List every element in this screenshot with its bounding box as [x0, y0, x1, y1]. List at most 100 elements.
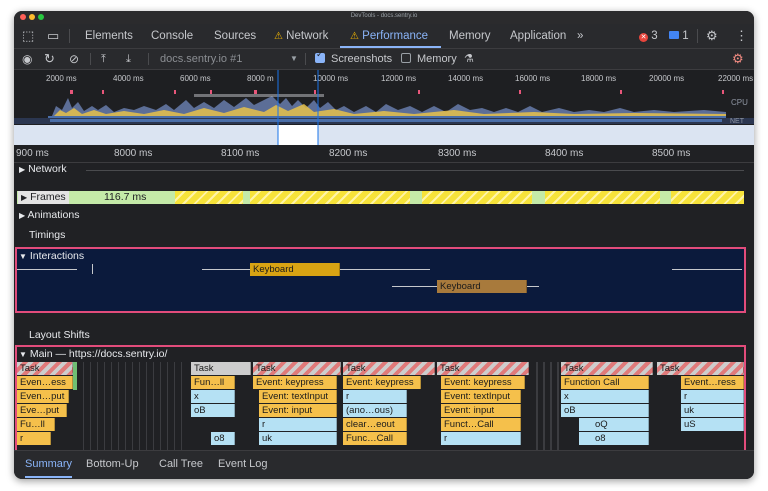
flame-entry[interactable]: Eve…put	[17, 404, 67, 417]
flame-entry[interactable]: Func…Call	[343, 432, 407, 445]
flame-task[interactable]: Task	[657, 362, 744, 375]
flame-entry[interactable]: oB	[561, 404, 649, 417]
messages-badge[interactable]: 1	[669, 24, 689, 48]
flame-entry[interactable]: x	[191, 390, 235, 403]
clear-icon[interactable]: ⊘	[69, 49, 79, 69]
divider	[148, 53, 149, 65]
main-track-header[interactable]: ▼ Main — https://docs.sentry.io/	[19, 348, 167, 360]
tracks-area[interactable]: ▶ Network ▶ Frames 116.7 ms ▶ Animations…	[14, 163, 754, 453]
interaction-whisker	[340, 269, 430, 270]
flame-task[interactable]: Task	[17, 362, 73, 375]
tab-network[interactable]: ⚠ Network	[274, 24, 328, 48]
more-options-icon[interactable]: ⋮	[735, 24, 748, 48]
upload-icon[interactable]: ⤒	[101, 49, 106, 69]
tab-memory[interactable]: Memory	[449, 24, 491, 48]
animations-track-header[interactable]: ▶ Animations	[19, 209, 79, 221]
flame-entry[interactable]: Event…ress	[681, 376, 744, 389]
cpu-activity-graph	[14, 70, 754, 145]
warning-icon: ⚠	[274, 31, 283, 42]
tab-event-log[interactable]: Event Log	[218, 451, 268, 478]
flame-entry[interactable]: r	[681, 390, 744, 403]
flame-entry[interactable]: Event: textInput	[441, 390, 521, 403]
flame-entry[interactable]: Event: input	[259, 404, 337, 417]
tab-console[interactable]: Console	[151, 24, 193, 48]
profile-select[interactable]: docs.sentry.io #1	[160, 49, 242, 69]
flame-entry[interactable]: oB	[191, 404, 235, 417]
frame[interactable]	[250, 191, 410, 204]
reload-icon[interactable]: ↻	[44, 49, 55, 69]
errors-badge[interactable]: ✕ 3	[639, 24, 658, 48]
flame-entry[interactable]: oQ	[579, 418, 649, 431]
interaction-keyboard[interactable]: Keyboard	[250, 263, 340, 276]
tab-performance[interactable]: ⚠ Performance	[350, 24, 428, 48]
flame-task[interactable]: Task	[191, 362, 251, 375]
flame-entry[interactable]: Event: input	[441, 404, 521, 417]
flame-entry[interactable]: Function Call	[561, 376, 649, 389]
interactions-track[interactable]: ▼ Interactions Keyboard Keyboard	[15, 247, 746, 313]
device-toolbar-icon[interactable]: ▭	[47, 24, 59, 48]
tab-call-tree[interactable]: Call Tree	[159, 451, 203, 478]
flame-task[interactable]: Task	[561, 362, 653, 375]
tab-sources[interactable]: Sources	[214, 24, 256, 48]
download-icon[interactable]: ⤓	[126, 49, 131, 69]
timings-track-label[interactable]: Timings	[29, 229, 65, 241]
flame-entry[interactable]: x	[561, 390, 649, 403]
screenshots-checkbox[interactable]: ✓	[315, 49, 325, 63]
frames-track-header[interactable]: ▶ Frames	[18, 191, 69, 204]
network-track-line	[86, 170, 744, 171]
expand-triangle-icon: ▶	[19, 165, 26, 174]
flame-entry[interactable]: r	[441, 432, 521, 445]
frame[interactable]	[422, 191, 532, 204]
flame-entry[interactable]: r	[343, 390, 407, 403]
flame-entry[interactable]: o8	[579, 432, 649, 445]
tab-bottom-up[interactable]: Bottom-Up	[86, 451, 139, 478]
flame-entry[interactable]: o8	[211, 432, 235, 445]
flame-chart[interactable]: Task Even…ess Even…put Eve…put Fu…ll r T…	[17, 362, 744, 451]
interaction-whisker	[17, 269, 77, 270]
main-thread-track[interactable]: ▼ Main — https://docs.sentry.io/ Task Ev…	[15, 345, 746, 453]
flame-task[interactable]: Task	[343, 362, 435, 375]
more-tabs-icon[interactable]: »	[577, 24, 583, 48]
flame-entry[interactable]: uk	[681, 404, 744, 417]
flame-entry[interactable]: Fu…ll	[17, 418, 55, 431]
garbage-collect-icon[interactable]: ⚗	[464, 49, 474, 69]
expand-triangle-icon: ▶	[21, 193, 28, 202]
divider	[697, 29, 698, 43]
flame-entry[interactable]: Even…ess	[17, 376, 73, 389]
flame-task[interactable]: Task	[253, 362, 341, 375]
flame-entry[interactable]: Even…put	[17, 390, 69, 403]
flame-entry[interactable]: clear…eout	[343, 418, 407, 431]
flame-entry[interactable]: Event: keypress	[253, 376, 337, 389]
settings-gear-icon[interactable]: ⚙	[706, 24, 718, 48]
frame[interactable]	[175, 191, 243, 204]
interaction-keyboard[interactable]: Keyboard	[437, 280, 527, 293]
flame-entry[interactable]: r	[17, 432, 51, 445]
flame-entry[interactable]: Event: textInput	[259, 390, 337, 403]
flame-entry[interactable]: Fun…ll	[191, 376, 235, 389]
record-icon[interactable]: ◉	[22, 49, 32, 69]
window-title: DevTools - docs.sentry.io	[350, 13, 418, 19]
flame-entry[interactable]: uS	[681, 418, 744, 431]
main-track-label: Main — https://docs.sentry.io/	[29, 348, 168, 360]
chevron-down-icon[interactable]: ▼	[290, 49, 298, 69]
tab-elements[interactable]: Elements	[85, 24, 133, 48]
divider	[69, 29, 70, 43]
flame-entry[interactable]: Funct…Call	[441, 418, 521, 431]
interactions-track-header[interactable]: ▼ Interactions	[19, 250, 84, 262]
flame-entry[interactable]: Event: keypress	[343, 376, 421, 389]
capture-settings-gear-icon[interactable]: ⚙	[732, 49, 744, 69]
timeline-overview[interactable]: 2000 ms 4000 ms 6000 ms 8000 m 10000 ms …	[14, 70, 754, 145]
flame-entry[interactable]: uk	[259, 432, 337, 445]
layout-shifts-track-label[interactable]: Layout Shifts	[29, 329, 90, 341]
tab-application[interactable]: Application	[510, 24, 566, 48]
network-track-header[interactable]: ▶ Network	[19, 163, 67, 175]
flame-entry[interactable]: Event: keypress	[441, 376, 525, 389]
flame-entry[interactable]: r	[259, 418, 337, 431]
flame-task[interactable]: Task	[437, 362, 529, 375]
frame[interactable]	[671, 191, 744, 204]
memory-checkbox[interactable]	[401, 53, 411, 63]
tab-summary[interactable]: Summary	[25, 451, 73, 478]
frame[interactable]	[545, 191, 660, 204]
flame-entry[interactable]: (ano…ous)	[343, 404, 407, 417]
inspect-element-icon[interactable]: ⬚	[22, 24, 34, 48]
